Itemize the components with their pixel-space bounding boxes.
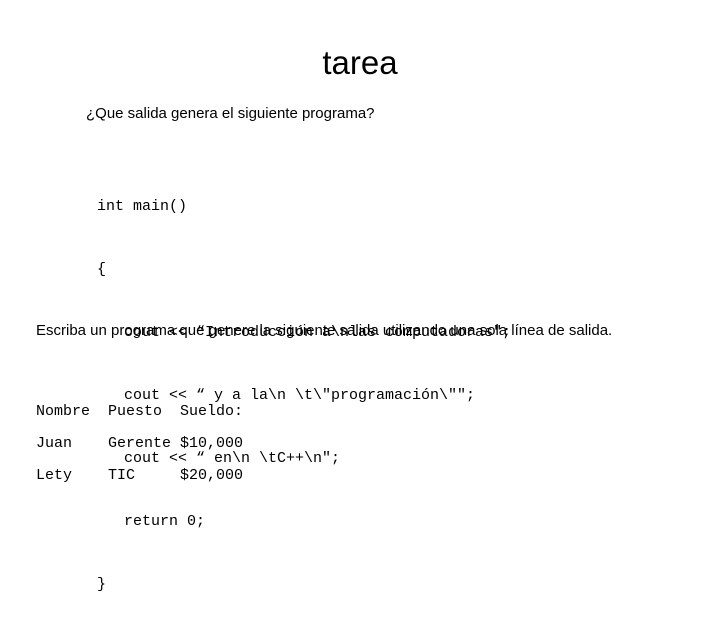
question-prompt: ¿Que salida genera el siguiente programa…	[86, 105, 375, 122]
table-header-row: Nombre Puesto Sueldo:	[36, 403, 244, 420]
code-line: int main()	[97, 198, 188, 215]
page-title: tarea	[322, 44, 398, 81]
slide-canvas: tarea ¿Que salida genera el siguiente pr…	[0, 0, 720, 593]
code-line: }	[97, 576, 107, 593]
code-line: {	[97, 261, 107, 278]
expected-output-table: Nombre Puesto Sueldo: Juan Gerente $10,0…	[36, 404, 456, 484]
code-line: return 0;	[97, 513, 206, 530]
instruction-paragraph: Escriba un programa que genere la siguie…	[36, 322, 613, 339]
table-row: Juan Gerente $10,000	[36, 435, 244, 452]
table-row: Lety TIC $20,000	[36, 467, 244, 484]
code-block: int main() { cout << “Introducción a\nla…	[97, 154, 637, 637]
